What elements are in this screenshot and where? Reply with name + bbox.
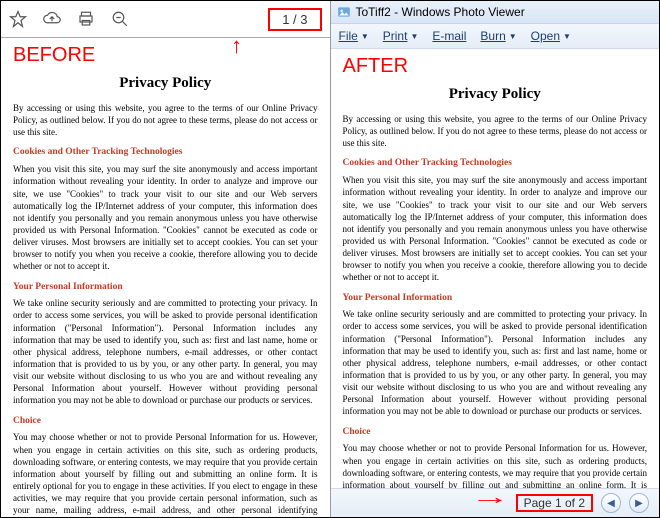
doc-title: Privacy Policy [13,75,318,92]
before-label: BEFORE [1,38,330,67]
next-page-button[interactable]: ▶ [629,493,649,513]
section-body: When you visit this site, you may surf t… [13,163,318,272]
section-heading: Choice [13,415,318,428]
intro-paragraph: By accessing or using this website, you … [343,113,648,149]
photo-viewer-pane: ToTiff2 - Windows Photo Viewer File▼ Pri… [331,1,660,517]
section-body: We take online security seriously and ar… [13,297,318,406]
pdf-viewer-pane: 1 / 3 BEFORE Privacy Policy By accessing… [1,1,330,517]
photo-viewer-menubar: File▼ Print▼ E-mail Burn▼ Open▼ [331,24,660,49]
section-heading: Your Personal Information [343,292,648,305]
section-body: You may choose whether or not to provide… [13,431,318,517]
bookmark-icon[interactable] [9,10,27,28]
photo-app-icon [337,5,351,19]
arrow-annotation-top: ↑ [231,33,242,59]
prev-page-button[interactable]: ◀ [601,493,621,513]
menu-file[interactable]: File▼ [339,29,369,43]
pdf-document: Privacy Policy By accessing or using thi… [1,67,330,517]
doc-title: Privacy Policy [343,86,648,103]
page-indicator[interactable]: 1 / 3 [268,8,321,31]
section-heading: Cookies and Other Tracking Technologies [13,146,318,159]
section-heading: Cookies and Other Tracking Technologies [343,157,648,170]
pdf-toolbar: 1 / 3 [1,1,330,38]
section-body: You may choose whether or not to provide… [343,442,648,488]
tiff-document: Privacy Policy By accessing or using thi… [331,78,660,488]
window-title-text: ToTiff2 - Windows Photo Viewer [356,5,525,19]
cloud-upload-icon[interactable] [43,10,61,28]
intro-paragraph: By accessing or using this website, you … [13,102,318,138]
menu-print[interactable]: Print▼ [383,29,419,43]
menu-email[interactable]: E-mail [432,29,466,43]
page-count: Page 1 of 2 [516,494,593,512]
section-heading: Choice [343,426,648,439]
section-body: We take online security seriously and ar… [343,308,648,417]
menu-burn[interactable]: Burn▼ [480,29,516,43]
arrow-annotation-bottom: → [470,484,510,510]
section-heading: Your Personal Information [13,281,318,294]
window-titlebar: ToTiff2 - Windows Photo Viewer [331,1,660,24]
section-body: When you visit this site, you may surf t… [343,174,648,283]
after-label: AFTER [331,49,660,78]
zoom-out-icon[interactable] [111,10,129,28]
print-icon[interactable] [77,10,95,28]
menu-open[interactable]: Open▼ [531,29,571,43]
